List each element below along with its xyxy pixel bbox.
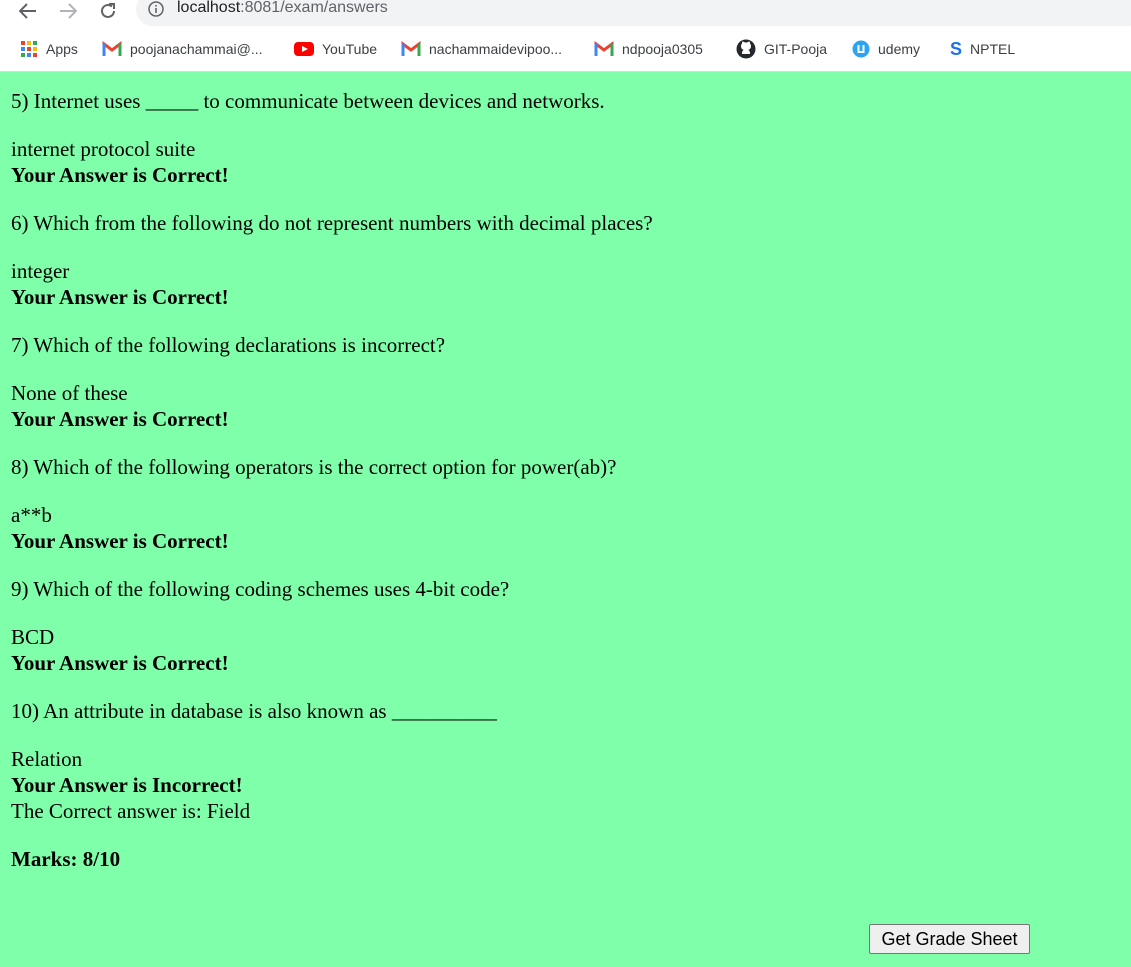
question-block: 7) Which of the following declarations i… <box>11 332 1111 432</box>
marks-total: Marks: 8/10 <box>11 847 121 871</box>
question-text: 8) Which of the following operators is t… <box>11 455 617 479</box>
question-block: 9) Which of the following coding schemes… <box>11 576 1111 676</box>
youtube-icon <box>294 42 314 56</box>
bookmark-apps[interactable]: Apps <box>20 36 78 62</box>
bookmark-label: GIT-Pooja <box>764 41 828 57</box>
bookmark-label: nachammaidevipoo... <box>429 41 563 57</box>
forward-button[interactable] <box>56 0 80 22</box>
submitted-answer: None of these <box>11 381 128 405</box>
submitted-answer: BCD <box>11 625 55 649</box>
question-block: 5) Internet uses _____ to communicate be… <box>11 88 1111 188</box>
url-host: localhost <box>177 0 241 16</box>
bookmark-label: ndpooja0305 <box>622 41 703 57</box>
question-text: 7) Which of the following declarations i… <box>11 333 446 357</box>
nptel-icon: S <box>950 38 963 59</box>
url-text[interactable]: localhost:8081/exam/answers <box>177 0 388 17</box>
question-text: 6) Which from the following do not repre… <box>11 211 653 235</box>
submitted-answer: Relation <box>11 747 83 771</box>
info-icon[interactable] <box>148 1 164 17</box>
bookmark-gmail-3[interactable]: ndpooja0305 <box>594 36 703 62</box>
bookmarks-bar: Apps poojanachammai@... YouTube nachamma… <box>0 36 1131 62</box>
question-block: 10) An attribute in database is also kno… <box>11 698 1111 824</box>
question-block: 8) Which of the following operators is t… <box>11 454 1111 554</box>
browser-chrome: localhost:8081/exam/answers Apps poojana… <box>0 0 1131 72</box>
bookmark-github[interactable]: GIT-Pooja <box>736 36 827 62</box>
back-arrow-icon <box>19 3 36 19</box>
gmail-icon <box>594 41 614 57</box>
url-path: :8081/exam/answers <box>240 0 388 16</box>
apps-grid-icon <box>20 40 38 58</box>
reload-button[interactable] <box>96 0 120 22</box>
answers-content: 5) Internet uses _____ to communicate be… <box>11 88 1111 872</box>
bookmark-youtube[interactable]: YouTube <box>294 36 377 62</box>
question-block: 6) Which from the following do not repre… <box>11 210 1111 310</box>
question-text: 5) Internet uses _____ to communicate be… <box>11 89 605 113</box>
question-text: 9) Which of the following coding schemes… <box>11 577 510 601</box>
github-icon <box>736 39 756 59</box>
gmail-icon <box>102 41 122 57</box>
answer-result: Your Answer is Correct! <box>11 651 229 675</box>
bookmark-label: Apps <box>46 41 78 57</box>
submitted-answer: internet protocol suite <box>11 137 196 161</box>
bookmark-label: udemy <box>878 41 921 57</box>
bookmark-udemy[interactable]: udemy <box>852 36 920 62</box>
reload-icon <box>101 3 115 18</box>
bookmark-label: YouTube <box>322 41 378 57</box>
question-text: 10) An attribute in database is also kno… <box>11 699 497 723</box>
answer-result: Your Answer is Correct! <box>11 163 229 187</box>
bookmark-gmail-2[interactable]: nachammaidevipoo... <box>401 36 562 62</box>
bookmark-label: NPTEL <box>970 41 1016 57</box>
bookmark-gmail-1[interactable]: poojanachammai@... <box>102 36 263 62</box>
forward-arrow-icon <box>60 3 77 19</box>
correct-answer-text: The Correct answer is: Field <box>11 799 251 823</box>
bookmark-label: poojanachammai@... <box>130 41 263 57</box>
answer-result: Your Answer is Incorrect! <box>11 773 243 797</box>
get-grade-sheet-button[interactable]: Get Grade Sheet <box>869 924 1030 954</box>
udemy-icon <box>852 40 870 58</box>
answer-result: Your Answer is Correct! <box>11 529 229 553</box>
back-button[interactable] <box>16 0 40 22</box>
answer-result: Your Answer is Correct! <box>11 407 229 431</box>
submitted-answer: a**b <box>11 503 52 527</box>
answer-result: Your Answer is Correct! <box>11 285 229 309</box>
gmail-icon <box>401 41 421 57</box>
bookmark-nptel[interactable]: S NPTEL <box>950 36 1015 62</box>
submitted-answer: integer <box>11 259 70 283</box>
